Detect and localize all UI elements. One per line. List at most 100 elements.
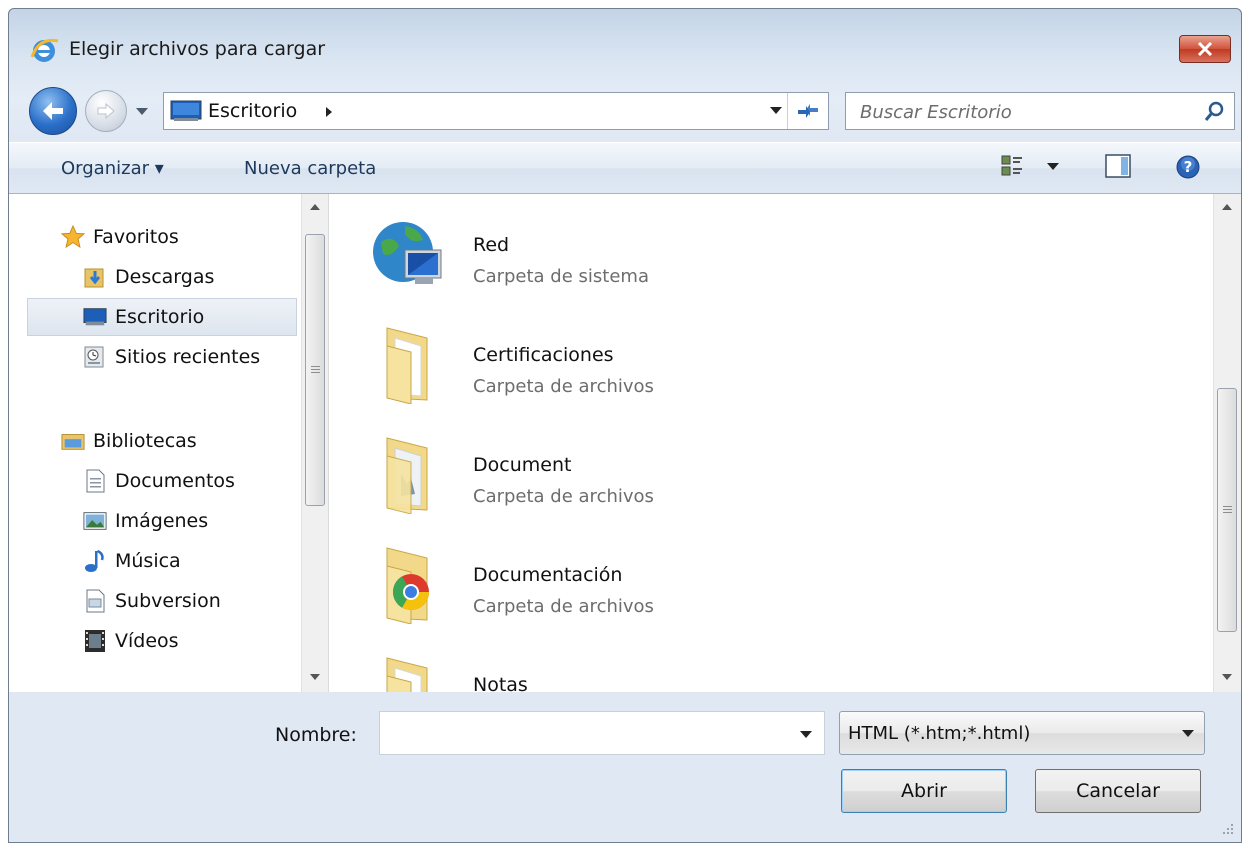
navigation-pane-scrollbar[interactable] — [301, 194, 329, 692]
scroll-down-arrow-icon[interactable] — [310, 674, 320, 680]
open-button[interactable]: Abrir — [841, 769, 1007, 813]
sidebar-item-label: Bibliotecas — [93, 430, 197, 452]
sidebar-item-label: Favoritos — [93, 226, 179, 248]
file-list-scrollbar[interactable] — [1213, 194, 1241, 692]
help-icon[interactable]: ? — [1175, 154, 1201, 180]
search-input[interactable] — [858, 98, 1192, 126]
content-area: Favoritos Descargas Escritorio Sitios re… — [9, 194, 1241, 692]
network-icon — [373, 222, 442, 284]
sidebar-item-label: Documentos — [115, 470, 235, 492]
title-bar: Elegir archivos para cargar — [9, 9, 1241, 85]
scroll-down-arrow-icon[interactable] — [1222, 674, 1232, 680]
navigation-pane: Favoritos Descargas Escritorio Sitios re… — [9, 194, 299, 692]
sidebar-item-subversion[interactable]: Subversion — [83, 582, 221, 620]
sidebar-item-imagenes[interactable]: Imágenes — [83, 502, 208, 540]
file-name: Red — [473, 234, 510, 256]
file-name-label: Nombre: — [275, 724, 357, 746]
downloads-folder-icon — [83, 265, 107, 289]
resize-grip-icon[interactable] — [1221, 822, 1235, 836]
scroll-up-arrow-icon[interactable] — [1222, 204, 1232, 210]
file-name-input[interactable] — [386, 720, 770, 748]
sidebar-item-bibliotecas[interactable]: Bibliotecas — [61, 422, 197, 460]
arrow-left-icon — [43, 102, 63, 120]
scrollbar-thumb[interactable] — [305, 234, 325, 506]
file-name: Documentación — [473, 564, 623, 586]
address-bar[interactable]: Escritorio — [163, 92, 829, 130]
close-button[interactable] — [1179, 35, 1231, 63]
refresh-icon — [798, 104, 818, 118]
organize-menu-button[interactable]: Organizar ▾ — [61, 158, 164, 179]
sidebar-item-videos[interactable]: Vídeos — [83, 622, 179, 660]
file-type: Carpeta de sistema — [473, 266, 649, 287]
sidebar-item-label: Escritorio — [115, 306, 205, 328]
close-icon — [1197, 42, 1213, 56]
list-item[interactable]: Red Carpeta de sistema — [361, 204, 1061, 304]
file-type: Carpeta de archivos — [473, 596, 654, 617]
file-name: Document — [473, 454, 572, 476]
file-name-combobox[interactable] — [379, 711, 825, 755]
file-type: Carpeta de archivos — [473, 486, 654, 507]
preview-pane-icon[interactable] — [1105, 154, 1131, 178]
sidebar-item-label: Subversion — [115, 590, 221, 612]
filter-chevron-down-icon — [1182, 730, 1194, 737]
sidebar-item-label: Música — [115, 550, 181, 572]
file-type: Carpeta de archivos — [473, 376, 654, 397]
sidebar-item-label: Imágenes — [115, 510, 209, 532]
sidebar-item-label: Vídeos — [115, 630, 179, 652]
list-item[interactable]: Notas — [361, 644, 1061, 692]
subversion-icon — [83, 589, 107, 613]
folder-images-icon — [386, 437, 428, 514]
folder-chrome-icon — [386, 547, 429, 624]
scroll-up-arrow-icon[interactable] — [310, 204, 320, 210]
view-options-chevron-down-icon[interactable] — [1047, 163, 1059, 171]
sidebar-item-favoritos[interactable]: Favoritos — [61, 218, 179, 256]
view-options-icon[interactable] — [1001, 154, 1023, 178]
svg-text:?: ? — [1184, 158, 1193, 176]
star-icon — [61, 224, 85, 249]
cancel-button[interactable]: Cancelar — [1035, 769, 1201, 813]
new-folder-button[interactable]: Nueva carpeta — [244, 158, 376, 179]
forward-button[interactable] — [85, 90, 127, 132]
sidebar-item-documentos[interactable]: Documentos — [83, 462, 235, 500]
list-item[interactable]: Document Carpeta de archivos — [361, 424, 1061, 524]
sidebar-item-musica[interactable]: Música — [83, 542, 181, 580]
file-type-filter-value: HTML (*.htm;*.html) — [848, 723, 1031, 744]
file-name-chevron-down-icon[interactable] — [800, 731, 812, 739]
sidebar-item-escritorio[interactable]: Escritorio — [27, 298, 297, 336]
command-toolbar: Organizar ▾ Nueva carpeta ? — [9, 142, 1241, 194]
window-title: Elegir archivos para cargar — [69, 38, 326, 60]
desktop-icon — [83, 305, 107, 329]
file-name: Certificaciones — [473, 344, 614, 366]
sidebar-item-label: Sitios recientes — [115, 346, 261, 368]
videos-icon — [83, 629, 107, 653]
navigation-bar: Escritorio — [9, 85, 1241, 135]
folder-icon — [386, 327, 428, 404]
documents-icon — [83, 469, 107, 493]
list-item[interactable]: Certificaciones Carpeta de archivos — [361, 314, 1061, 414]
folder-icon — [386, 657, 428, 692]
scrollbar-thumb[interactable] — [1217, 388, 1237, 632]
libraries-icon — [61, 429, 85, 453]
address-breadcrumb[interactable]: Escritorio — [208, 100, 297, 122]
sidebar-item-label: Descargas — [115, 266, 215, 288]
list-item[interactable]: Documentación Carpeta de archivos — [361, 534, 1061, 634]
recent-locations-chevron-down-icon[interactable] — [135, 105, 149, 117]
desktop-icon — [170, 100, 202, 121]
file-open-dialog: Elegir archivos para cargar Escritorio B… — [8, 8, 1242, 843]
address-history-chevron-down-icon[interactable] — [770, 107, 782, 115]
breadcrumb-chevron-right-icon[interactable] — [324, 106, 334, 118]
file-type-filter-select[interactable]: HTML (*.htm;*.html) — [839, 711, 1205, 755]
refresh-button[interactable] — [787, 93, 828, 129]
search-icon[interactable] — [1204, 100, 1226, 122]
recent-places-icon — [83, 345, 107, 369]
search-box[interactable] — [845, 92, 1235, 130]
file-list: Red Carpeta de sistema Certificaciones C… — [331, 194, 1215, 692]
arrow-right-icon — [97, 102, 115, 120]
music-icon — [83, 549, 107, 573]
sidebar-item-descargas[interactable]: Descargas — [83, 258, 214, 296]
file-name: Notas — [473, 674, 528, 692]
internet-explorer-icon — [30, 38, 59, 62]
pictures-icon — [83, 509, 107, 533]
back-button[interactable] — [29, 87, 77, 135]
sidebar-item-sitios-recientes[interactable]: Sitios recientes — [83, 338, 260, 376]
